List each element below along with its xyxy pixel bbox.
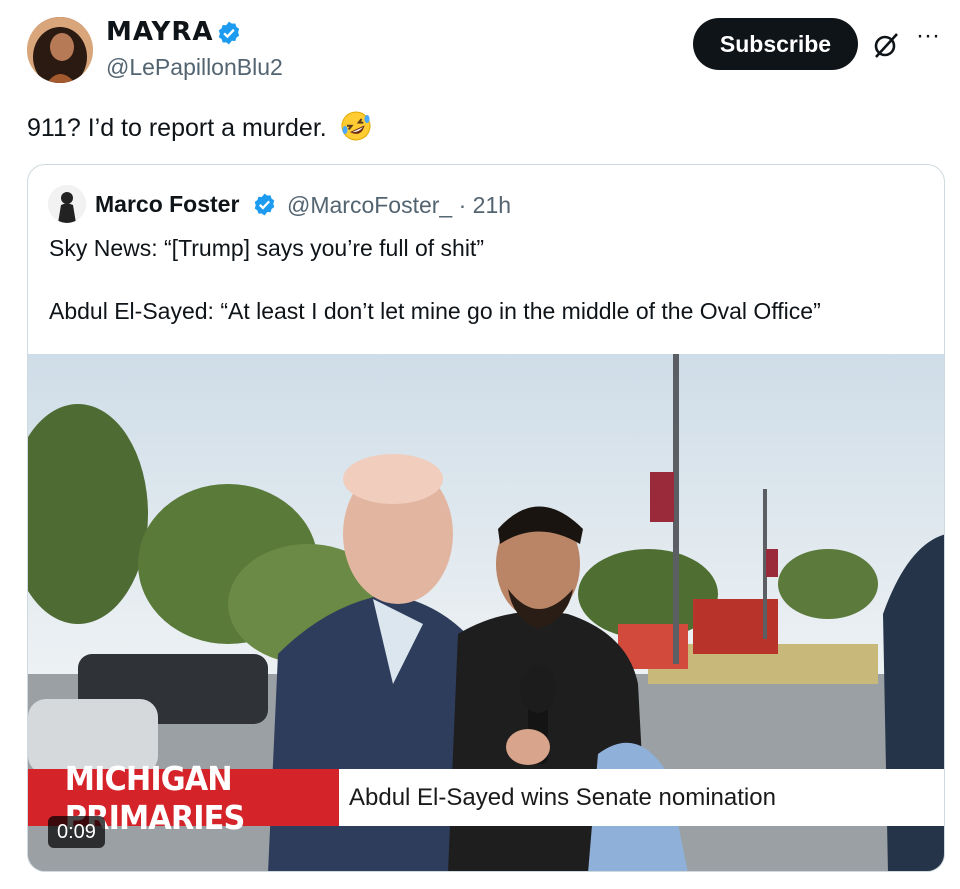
quoted-post[interactable]: Marco Foster @MarcoFoster_ · 21h Sky New… (27, 164, 945, 872)
quoted-post-text-line-1: Sky News: “[Trump] says you’re full of s… (49, 235, 484, 261)
quoted-author-avatar[interactable] (48, 185, 86, 223)
subscribe-button[interactable]: Subscribe (693, 18, 858, 70)
quoted-post-text-line-2: Abdul El-Sayed: “At least I don’t let mi… (49, 298, 821, 324)
quoted-author-display-name[interactable]: Marco Foster (95, 191, 239, 218)
video-timestamp: 0:09 (48, 816, 105, 848)
author-display-name[interactable]: MAYRA (106, 17, 213, 47)
verified-badge-icon (218, 21, 240, 45)
grok-icon[interactable] (871, 30, 901, 60)
author-avatar[interactable] (27, 17, 93, 83)
quoted-verified-badge-icon (254, 193, 275, 216)
news-lower-third: MICHIGAN PRIMARIES Abdul El-Sayed wins S… (28, 759, 944, 837)
quoted-author-handle-time[interactable]: @MarcoFoster_ · 21h (287, 192, 511, 219)
post-card: MAYRA @LePapillonBlu2 Subscribe ··· 911?… (0, 0, 960, 889)
lower-third-caption: Abdul El-Sayed wins Senate nomination (339, 769, 944, 826)
more-options-icon[interactable]: ··· (916, 24, 946, 50)
post-text: 911? I’d to report a murder. (27, 110, 372, 143)
author-handle[interactable]: @LePapillonBlu2 (106, 54, 283, 81)
rolling-laughing-emoji-icon (341, 111, 371, 141)
post-text-content: 911? I’d to report a murder. (27, 114, 327, 142)
video-player[interactable]: MICHIGAN PRIMARIES Abdul El-Sayed wins S… (28, 354, 944, 871)
